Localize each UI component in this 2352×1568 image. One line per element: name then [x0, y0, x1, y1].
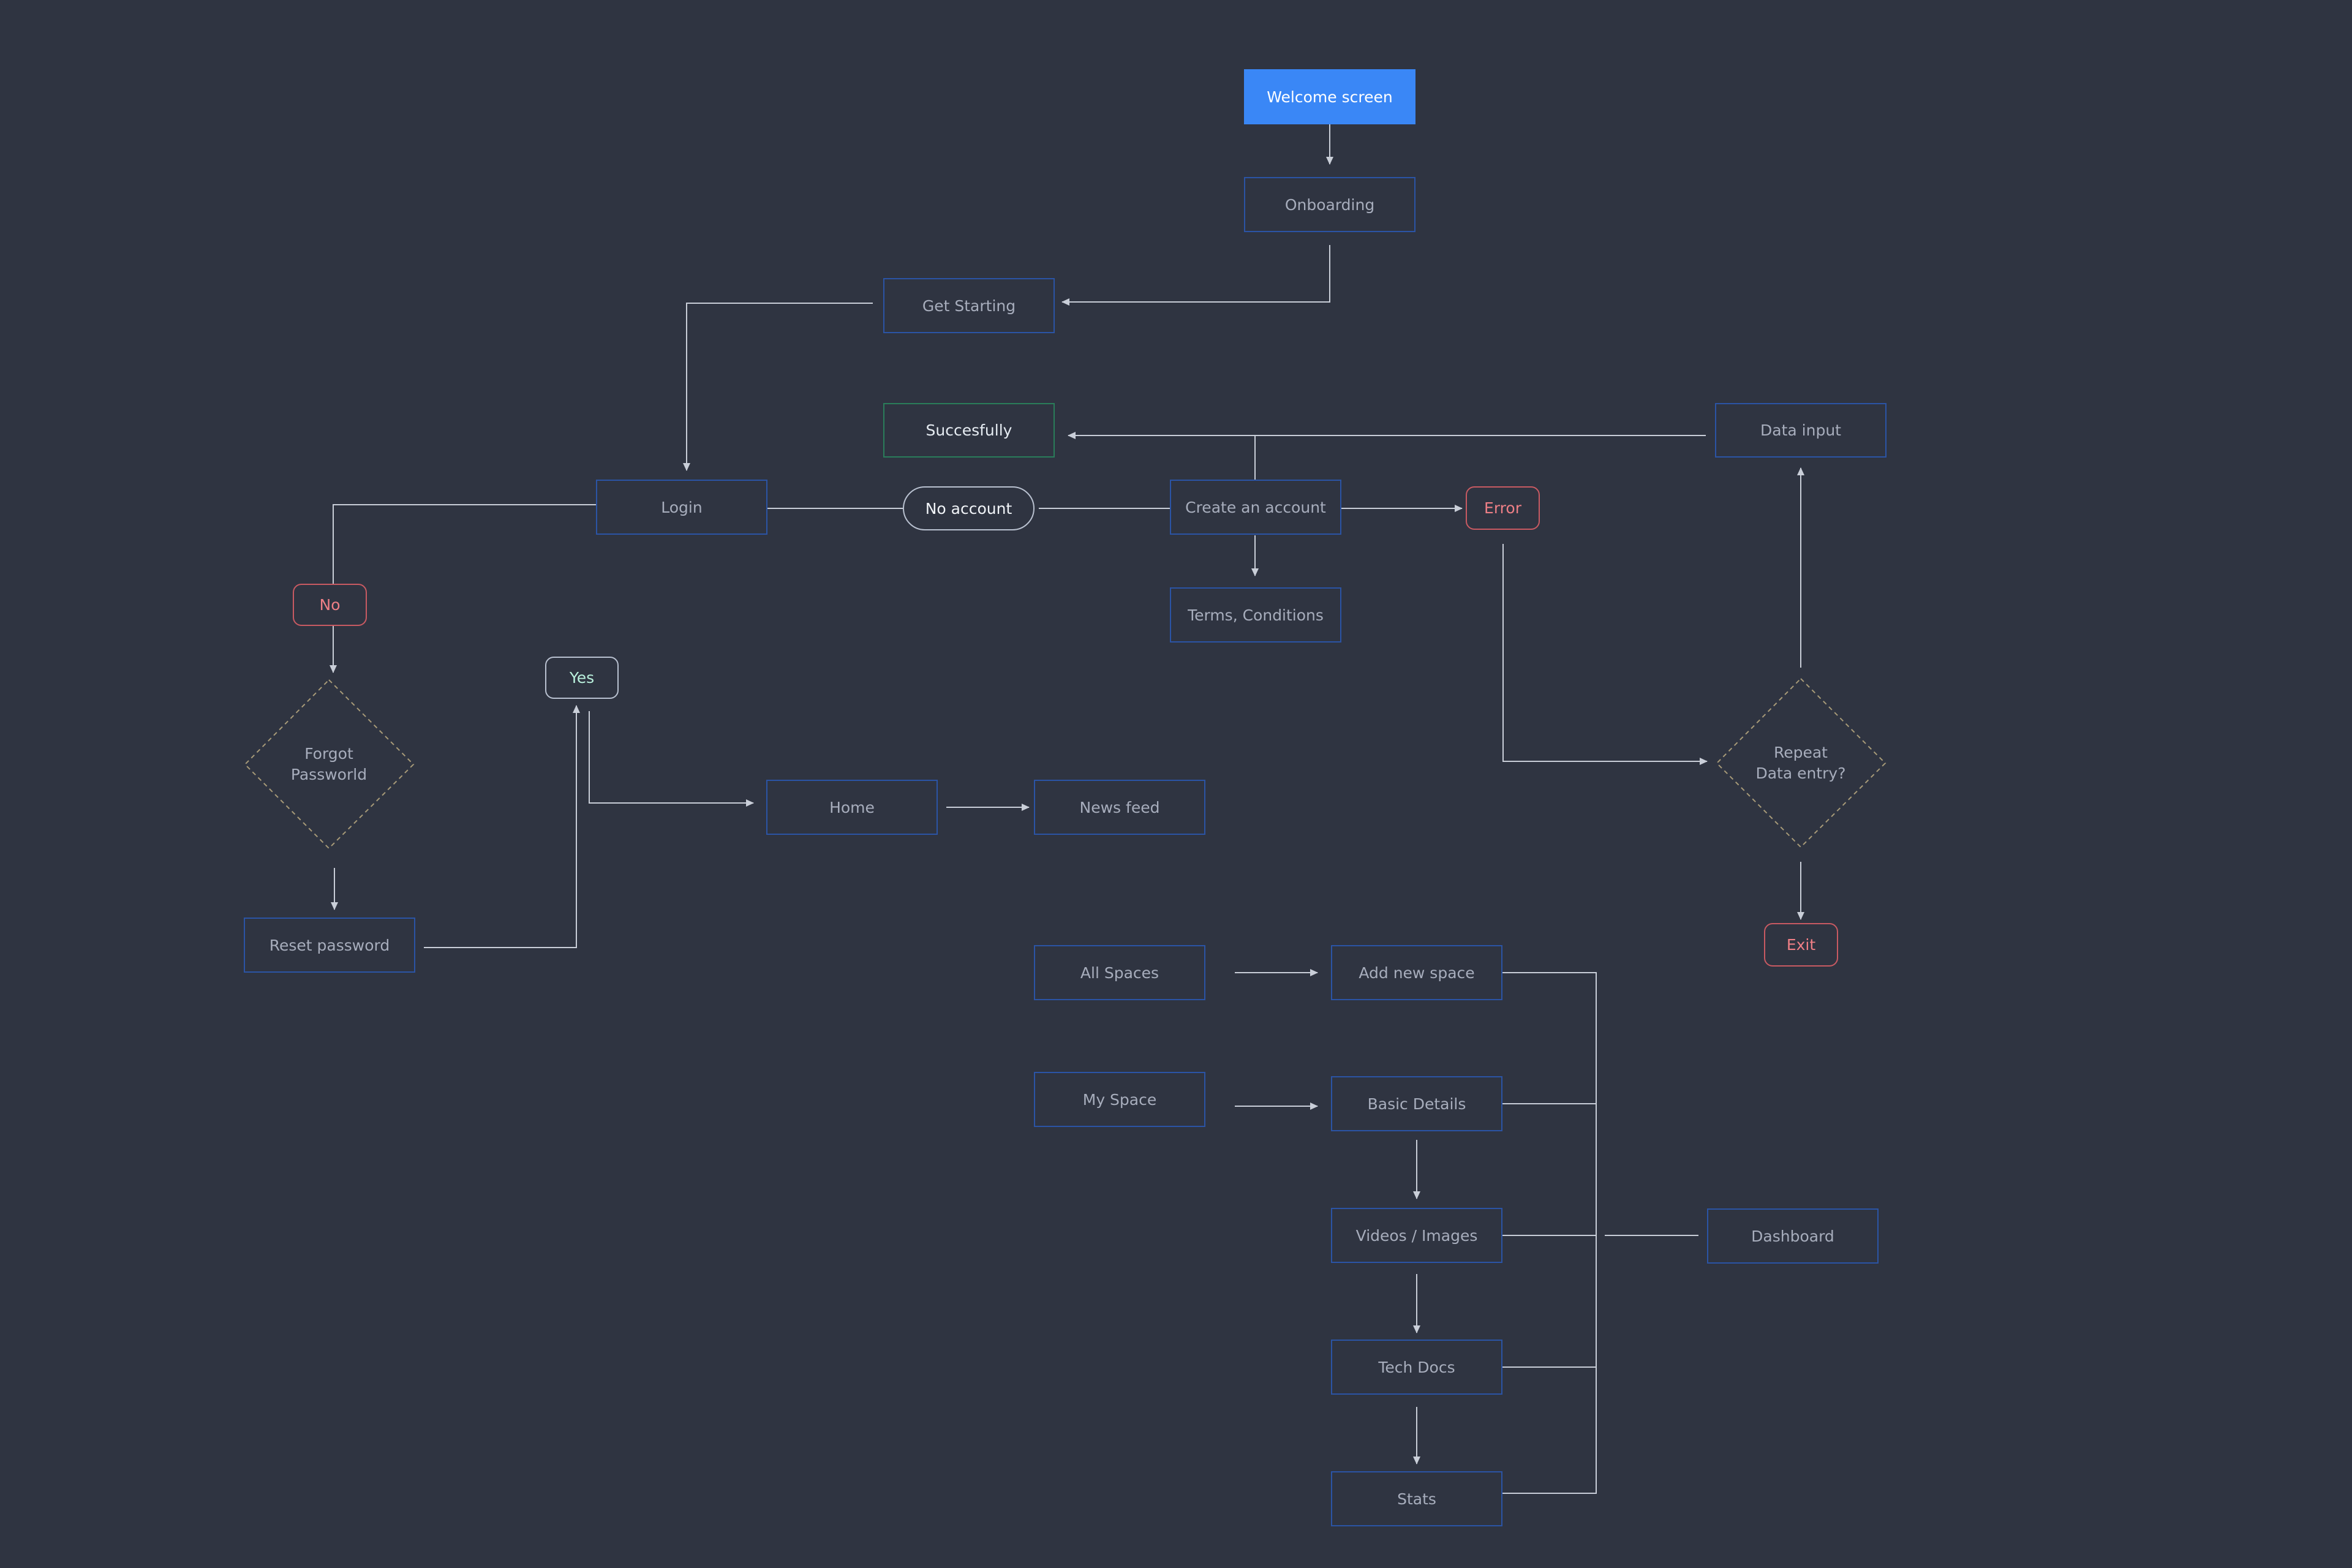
- no-account-pill[interactable]: No account: [903, 486, 1035, 530]
- login-node[interactable]: Login: [596, 480, 767, 535]
- error-node[interactable]: Error: [1466, 486, 1540, 530]
- connector-getstarting-login: [683, 303, 873, 471]
- create-account-node[interactable]: Create an account: [1170, 480, 1341, 535]
- home-node[interactable]: Home: [766, 780, 938, 835]
- connector-yes-home: [589, 711, 754, 807]
- no-node[interactable]: No: [293, 584, 367, 626]
- basic-details-node[interactable]: Basic Details: [1331, 1076, 1502, 1131]
- videos-images-node[interactable]: Videos / Images: [1331, 1208, 1502, 1263]
- news-feed-node[interactable]: News feed: [1034, 780, 1205, 835]
- yes-node[interactable]: Yes: [545, 657, 619, 699]
- reset-password-node[interactable]: Reset password: [244, 918, 415, 973]
- connector-error-repeat: [1502, 544, 1708, 765]
- exit-node[interactable]: Exit: [1764, 923, 1838, 967]
- stats-node[interactable]: Stats: [1331, 1471, 1502, 1526]
- dashboard-node[interactable]: Dashboard: [1707, 1208, 1879, 1264]
- onboarding-node[interactable]: Onboarding: [1244, 177, 1415, 232]
- get-starting-node[interactable]: Get Starting: [883, 278, 1055, 333]
- my-space-node[interactable]: My Space: [1034, 1072, 1205, 1127]
- connector-reset-yes: [424, 705, 580, 948]
- tech-docs-node[interactable]: Tech Docs: [1331, 1340, 1502, 1395]
- data-input-node[interactable]: Data input: [1715, 403, 1887, 458]
- connector-onboarding-getstarting: [1061, 245, 1330, 306]
- all-spaces-node[interactable]: All Spaces: [1034, 945, 1205, 1000]
- welcome-screen-node[interactable]: Welcome screen: [1244, 69, 1415, 124]
- forgot-password-label[interactable]: Forgot Passworld: [268, 734, 390, 795]
- flowchart-canvas: Welcome screen Onboarding Get Starting S…: [0, 0, 2352, 1568]
- connector-bus: [1502, 972, 1597, 1494]
- terms-conditions-node[interactable]: Terms, Conditions: [1170, 587, 1341, 643]
- repeat-entry-label[interactable]: Repeat Data entry?: [1740, 733, 1862, 794]
- connector-login-no: [333, 504, 596, 584]
- succesfully-node[interactable]: Succesfully: [883, 403, 1055, 458]
- add-new-space-node[interactable]: Add new space: [1331, 945, 1502, 1000]
